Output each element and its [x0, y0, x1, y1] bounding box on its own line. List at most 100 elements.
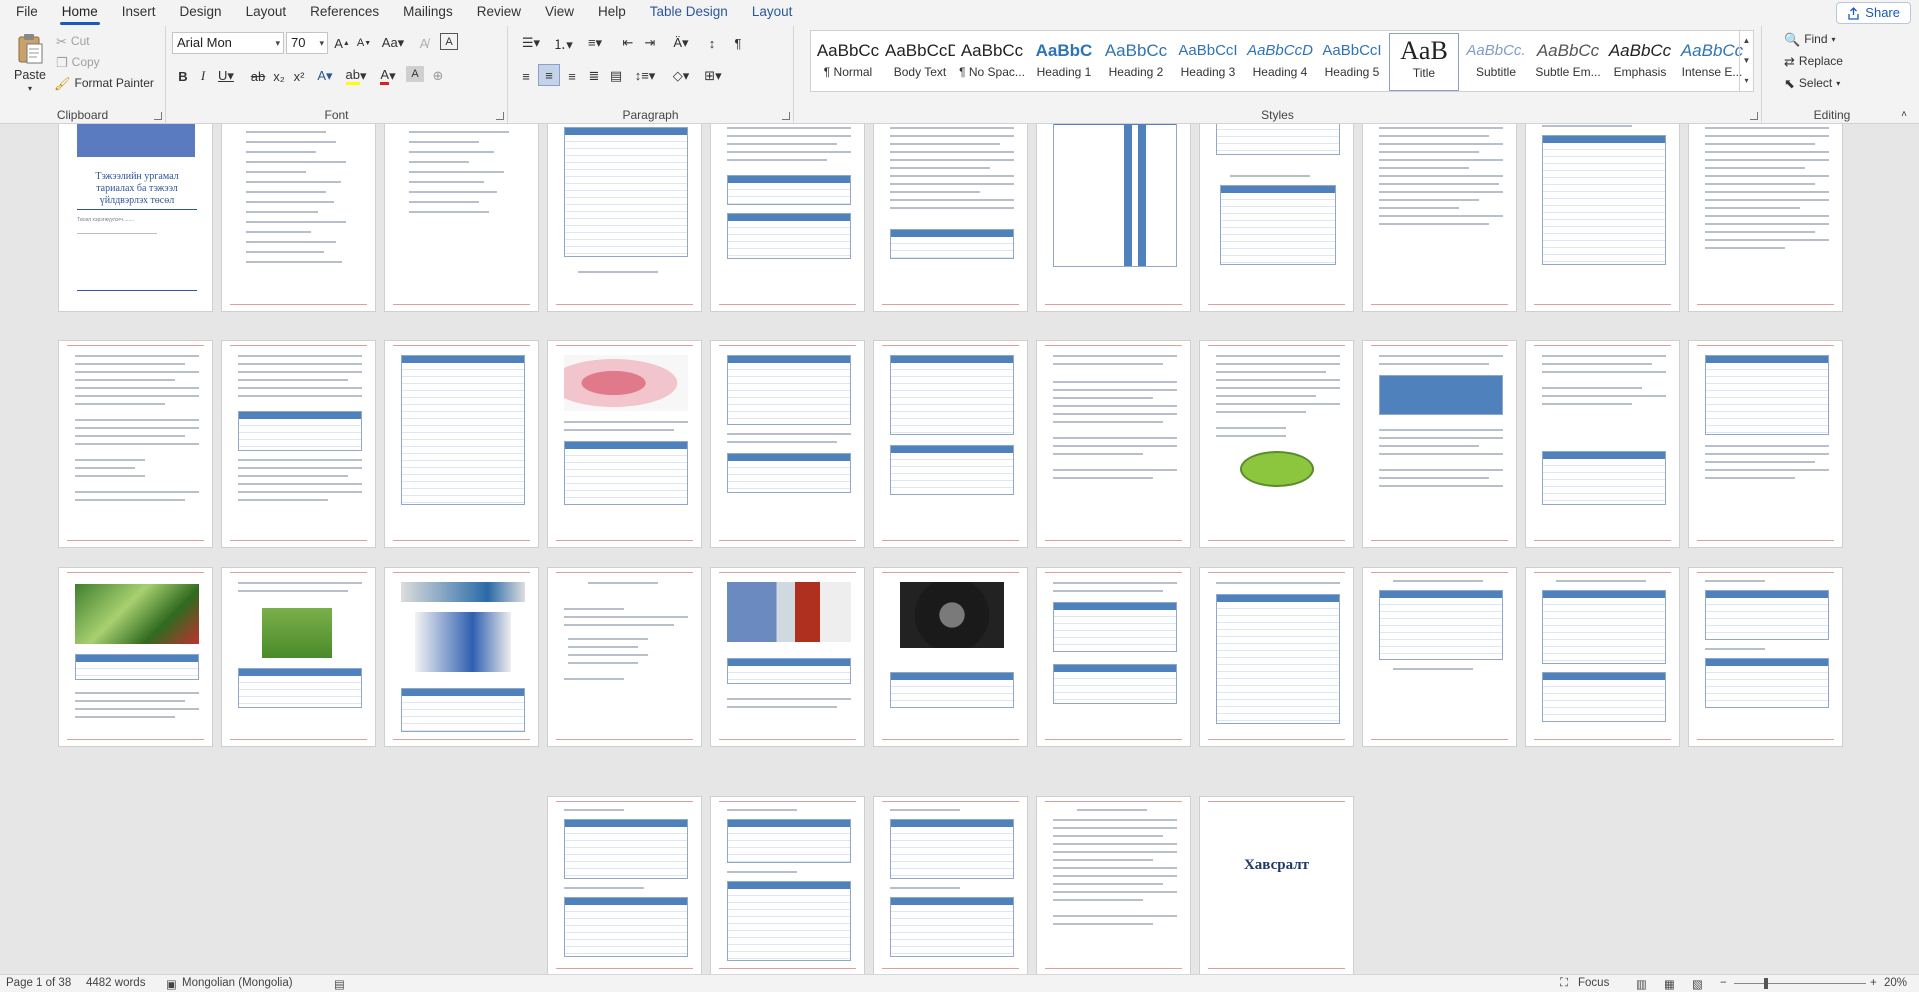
- line-spacing-icon[interactable]: ↕≡▾: [630, 66, 660, 86]
- font-launcher-icon[interactable]: [496, 112, 504, 120]
- tab-design[interactable]: Design: [168, 0, 234, 26]
- tab-help[interactable]: Help: [586, 0, 638, 26]
- bullets-icon[interactable]: ☰▾: [516, 33, 546, 53]
- page-thumbnail[interactable]: [873, 567, 1028, 747]
- focus-button[interactable]: Focus: [1578, 977, 1609, 989]
- shrink-font-icon[interactable]: A ▼: [354, 33, 374, 53]
- page-thumbnail[interactable]: [547, 340, 702, 548]
- find-button[interactable]: 🔍 Find ▾: [1784, 32, 1836, 46]
- page-thumbnail[interactable]: [221, 567, 376, 747]
- paste-button[interactable]: Paste ▾: [8, 32, 52, 93]
- page-thumbnail[interactable]: [1362, 124, 1517, 312]
- format-painter-button[interactable]: 🖌 Format Painter: [54, 76, 154, 90]
- page-thumbnail[interactable]: [58, 567, 213, 747]
- tab-review[interactable]: Review: [465, 0, 533, 26]
- multilevel-list-icon[interactable]: ≡▾: [580, 33, 610, 53]
- page-thumbnail[interactable]: [1362, 567, 1517, 747]
- page-thumbnail[interactable]: Хавсралт: [1199, 796, 1354, 974]
- tab-references[interactable]: References: [298, 0, 391, 26]
- copy-button[interactable]: ❐ Copy: [56, 55, 100, 69]
- style-heading-1[interactable]: AaBbC Heading 1: [1029, 33, 1099, 91]
- page-thumbnail[interactable]: [1525, 124, 1680, 312]
- proofing-icon[interactable]: ▣: [166, 977, 177, 991]
- italic-icon[interactable]: I: [194, 66, 212, 86]
- page-thumbnail[interactable]: [1688, 340, 1843, 548]
- distributed-icon[interactable]: ▤: [606, 66, 626, 86]
- gallery-more-icon[interactable]: ▾: [1739, 71, 1753, 92]
- gallery-scroll-down-icon[interactable]: ▼: [1739, 51, 1753, 71]
- tab-file[interactable]: File: [4, 0, 50, 26]
- align-center-icon[interactable]: ≡: [538, 64, 560, 86]
- superscript-icon[interactable]: x²: [290, 66, 308, 86]
- page-thumbnail[interactable]: [384, 340, 539, 548]
- page-thumbnail[interactable]: [547, 124, 702, 312]
- strikethrough-icon[interactable]: ab: [248, 66, 268, 86]
- collapse-ribbon-icon[interactable]: ˄: [1896, 104, 1912, 124]
- page-thumbnail[interactable]: [1688, 567, 1843, 747]
- tab-layout[interactable]: Layout: [234, 0, 299, 26]
- page-thumbnail[interactable]: [547, 796, 702, 974]
- paste-dropdown-icon[interactable]: ▾: [28, 84, 32, 93]
- grow-font-icon[interactable]: A ▲: [332, 33, 352, 53]
- decrease-indent-icon[interactable]: ⇤: [618, 33, 638, 53]
- style-body-text[interactable]: AaBbCcD Body Text: [885, 33, 955, 91]
- style-subtitle[interactable]: AaBbCc. Subtitle: [1461, 33, 1531, 91]
- page-thumbnail[interactable]: [1036, 340, 1191, 548]
- page-thumbnail[interactable]: [873, 340, 1028, 548]
- style-subtle-emphasis[interactable]: AaBbCc Subtle Em...: [1533, 33, 1603, 91]
- enclose-character-icon[interactable]: ⊕: [428, 66, 448, 86]
- underline-icon[interactable]: U▾: [214, 66, 238, 86]
- zoom-slider-thumb[interactable]: [1764, 978, 1768, 989]
- tab-table-design[interactable]: Table Design: [638, 0, 740, 26]
- paragraph-launcher-icon[interactable]: [782, 112, 790, 120]
- zoom-slider[interactable]: [1734, 983, 1866, 984]
- page-thumbnail[interactable]: [221, 124, 376, 312]
- zoom-out-icon[interactable]: −: [1720, 977, 1727, 989]
- align-left-icon[interactable]: ≡: [516, 66, 536, 86]
- bold-icon[interactable]: B: [174, 66, 192, 86]
- show-formatting-marks-icon[interactable]: ¶: [728, 33, 748, 53]
- shading-icon[interactable]: ◇▾: [666, 66, 696, 86]
- page-thumbnail[interactable]: [384, 567, 539, 747]
- character-shading-icon[interactable]: A: [406, 66, 424, 82]
- style-intense-emphasis[interactable]: AaBbCc Intense E...: [1677, 33, 1747, 91]
- borders-icon[interactable]: ⊞▾: [698, 66, 728, 86]
- page-thumbnail[interactable]: [547, 567, 702, 747]
- highlight-color-icon[interactable]: ab ▾: [342, 66, 370, 86]
- style-heading-2[interactable]: AaBbCc Heading 2: [1101, 33, 1171, 91]
- style-heading-3[interactable]: AaBbCcI Heading 3: [1173, 33, 1243, 91]
- language[interactable]: Mongolian (Mongolia): [182, 977, 293, 989]
- style-title[interactable]: AaB Title: [1389, 33, 1459, 91]
- justify-icon[interactable]: ≣: [584, 66, 604, 86]
- text-effects-icon[interactable]: A▾: [312, 66, 338, 86]
- print-layout-icon[interactable]: ▦: [1664, 977, 1675, 991]
- page-thumbnail[interactable]: [1525, 340, 1680, 548]
- page-thumbnail[interactable]: [710, 567, 865, 747]
- read-mode-icon[interactable]: ▥: [1636, 977, 1647, 991]
- style-normal[interactable]: AaBbCc ¶ Normal: [813, 33, 883, 91]
- zoom-level[interactable]: 20%: [1884, 977, 1907, 989]
- page-thumbnail[interactable]: [1199, 340, 1354, 548]
- tab-home[interactable]: Home: [50, 0, 110, 26]
- web-layout-icon[interactable]: ▧: [1692, 977, 1703, 991]
- page-thumbnail[interactable]: [710, 796, 865, 974]
- select-button[interactable]: ⬉ Select ▾: [1784, 76, 1840, 90]
- style-heading-4[interactable]: AaBbCcD Heading 4: [1245, 33, 1315, 91]
- tab-table-layout[interactable]: Layout: [740, 0, 805, 26]
- page-thumbnail[interactable]: [1525, 567, 1680, 747]
- macro-icon[interactable]: ▤: [334, 977, 345, 991]
- tab-view[interactable]: View: [533, 0, 586, 26]
- style-emphasis[interactable]: AaBbCc Emphasis: [1605, 33, 1675, 91]
- style-heading-5[interactable]: AaBbCcI Heading 5: [1317, 33, 1387, 91]
- word-count[interactable]: 4482 words: [86, 977, 145, 989]
- page-thumbnail[interactable]: [58, 340, 213, 548]
- font-color-icon[interactable]: A ▾: [374, 66, 402, 86]
- tab-insert[interactable]: Insert: [110, 0, 168, 26]
- page-thumbnail[interactable]: [710, 124, 865, 312]
- page-thumbnail[interactable]: [1036, 567, 1191, 747]
- gallery-scroll-up-icon[interactable]: ▲: [1739, 31, 1753, 51]
- page-thumbnail[interactable]: [710, 340, 865, 548]
- replace-button[interactable]: ⇄ Replace: [1784, 54, 1843, 68]
- tab-mailings[interactable]: Mailings: [391, 0, 465, 26]
- sort-icon[interactable]: ↕: [702, 33, 722, 53]
